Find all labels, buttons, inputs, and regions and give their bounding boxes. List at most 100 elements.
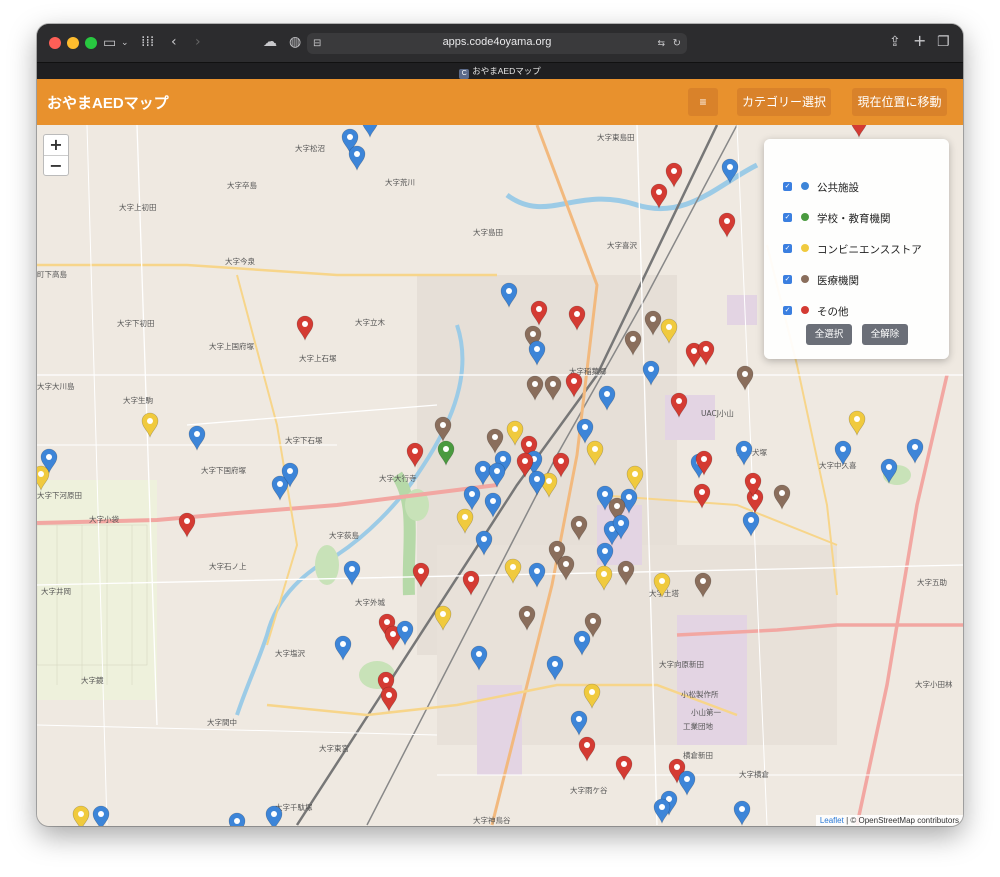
aed-marker[interactable] (851, 125, 867, 138)
aed-marker[interactable] (488, 462, 506, 488)
aed-marker[interactable] (733, 800, 751, 826)
chevron-down-icon[interactable]: ⌄ (121, 36, 129, 50)
checkbox-icon[interactable]: ✓ (783, 182, 792, 191)
aed-marker[interactable] (486, 428, 504, 454)
checkbox-icon[interactable]: ✓ (783, 213, 792, 222)
aed-marker[interactable] (906, 438, 924, 464)
category-select-button[interactable]: カテゴリー選択 (737, 88, 831, 116)
aed-marker[interactable] (693, 483, 711, 509)
aed-marker[interactable] (546, 655, 564, 681)
aed-marker[interactable] (573, 630, 591, 656)
aed-marker[interactable] (596, 542, 614, 568)
aed-marker[interactable] (504, 558, 522, 584)
deselect-all-button[interactable]: 全解除 (862, 324, 908, 345)
aed-marker[interactable] (626, 465, 644, 491)
address-bar[interactable]: ⊟ apps.code4oyama.org ⇆ ↻ (307, 33, 687, 54)
tab-overview-icon[interactable]: ⁞⁞⁞ (141, 35, 154, 49)
aed-marker[interactable] (530, 300, 548, 326)
aed-marker[interactable] (718, 212, 736, 238)
aed-marker[interactable] (462, 570, 480, 596)
aed-marker[interactable] (437, 440, 455, 466)
checkbox-icon[interactable]: ✓ (783, 244, 792, 253)
aed-marker[interactable] (528, 340, 546, 366)
aed-marker[interactable] (557, 555, 575, 581)
aed-marker[interactable] (742, 511, 760, 537)
aed-marker[interactable] (518, 605, 536, 631)
aed-marker[interactable] (617, 560, 635, 586)
reload-icon[interactable]: ↻ (673, 37, 681, 51)
aed-marker[interactable] (595, 565, 613, 591)
aed-marker[interactable] (92, 805, 110, 826)
aed-marker[interactable] (653, 798, 671, 824)
aed-marker[interactable] (516, 452, 534, 478)
aed-marker[interactable] (552, 452, 570, 478)
aed-marker[interactable] (678, 770, 696, 796)
aed-marker[interactable] (544, 375, 562, 401)
aed-marker[interactable] (463, 485, 481, 511)
leaflet-link[interactable]: Leaflet (820, 816, 844, 825)
new-tab-icon[interactable]: + (913, 33, 926, 49)
close-window-button[interactable] (49, 37, 61, 49)
aed-marker[interactable] (570, 710, 588, 736)
share-icon[interactable]: ⇪ (889, 35, 901, 49)
aed-marker[interactable] (434, 605, 452, 631)
aed-marker[interactable] (578, 736, 596, 762)
aed-marker[interactable] (406, 442, 424, 468)
forward-icon[interactable]: › (195, 35, 201, 49)
aed-marker[interactable] (484, 492, 502, 518)
aed-marker[interactable] (528, 470, 546, 496)
aed-marker[interactable] (615, 755, 633, 781)
aed-marker[interactable] (624, 330, 642, 356)
locate-button[interactable]: 現在位置に移動 (852, 88, 947, 116)
translate-icon[interactable]: ⇆ (657, 37, 665, 51)
aed-marker[interactable] (348, 145, 366, 171)
aed-marker[interactable] (296, 315, 314, 341)
aed-marker[interactable] (380, 686, 398, 712)
privacy-icon[interactable]: ◍ (289, 35, 301, 49)
aed-marker[interactable] (583, 683, 601, 709)
aed-marker[interactable] (500, 282, 518, 308)
aed-marker[interactable] (37, 465, 50, 491)
aed-marker[interactable] (475, 530, 493, 556)
aed-marker[interactable] (773, 484, 791, 510)
aed-marker[interactable] (576, 418, 594, 444)
aed-marker[interactable] (653, 572, 671, 598)
aed-marker[interactable] (736, 365, 754, 391)
aed-marker[interactable] (528, 562, 546, 588)
aed-marker[interactable] (834, 440, 852, 466)
map-view[interactable]: 大字東島田 大字松沼 大字卒島 大字荒川 大字上初田 大字今泉 町下高島 大字島… (37, 125, 963, 826)
aed-marker[interactable] (644, 310, 662, 336)
menu-button[interactable]: ≡ (688, 88, 718, 116)
aed-marker[interactable] (697, 340, 715, 366)
checkbox-icon[interactable]: ✓ (783, 306, 792, 315)
aed-marker[interactable] (412, 562, 430, 588)
aed-marker[interactable] (650, 183, 668, 209)
tab-active[interactable]: C おやまAEDマップ (37, 65, 963, 79)
aed-marker[interactable] (848, 410, 866, 436)
aed-marker[interactable] (334, 635, 352, 661)
zoom-out-button[interactable]: − (44, 155, 68, 176)
aed-marker[interactable] (642, 360, 660, 386)
aed-marker[interactable] (570, 515, 588, 541)
aed-marker[interactable] (434, 416, 452, 442)
aed-marker[interactable] (586, 440, 604, 466)
zoom-in-button[interactable]: + (44, 135, 68, 155)
aed-marker[interactable] (565, 372, 583, 398)
aed-marker[interactable] (735, 440, 753, 466)
checkbox-icon[interactable]: ✓ (783, 275, 792, 284)
aed-marker[interactable] (141, 412, 159, 438)
aed-marker[interactable] (880, 458, 898, 484)
sidebar-icon[interactable]: ▭ (103, 36, 116, 50)
aed-marker[interactable] (396, 620, 414, 646)
aed-marker[interactable] (506, 420, 524, 446)
aed-marker[interactable] (265, 805, 283, 826)
aed-marker[interactable] (660, 318, 678, 344)
aed-marker[interactable] (526, 375, 544, 401)
cloud-icon[interactable]: ☁ (263, 35, 277, 49)
aed-marker[interactable] (343, 560, 361, 586)
aed-marker[interactable] (665, 162, 683, 188)
aed-marker[interactable] (670, 392, 688, 418)
tabs-icon[interactable]: ❐ (937, 35, 950, 49)
back-icon[interactable]: ‹ (171, 35, 177, 49)
aed-marker[interactable] (694, 572, 712, 598)
